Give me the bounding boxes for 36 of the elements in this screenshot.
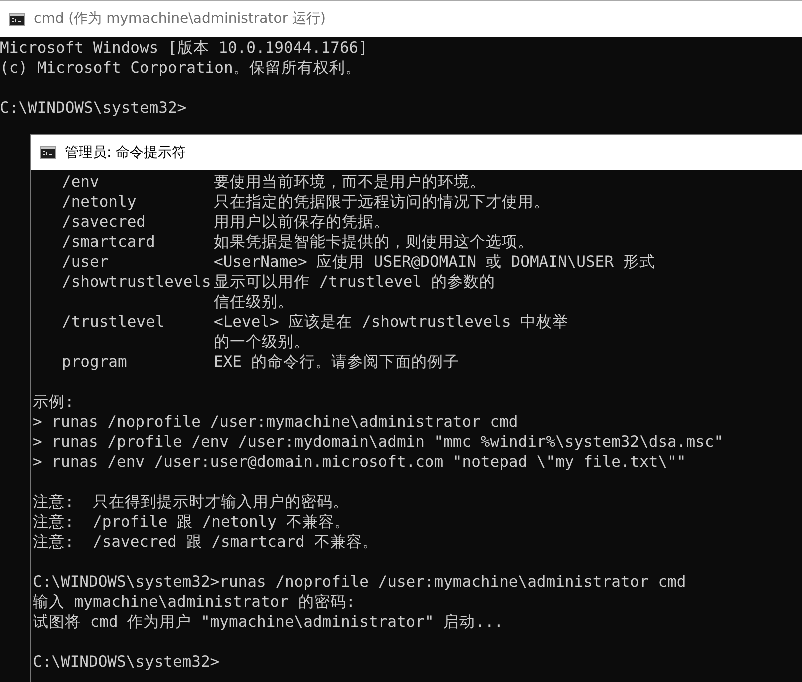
window-title: cmd (作为 mymachine\administrator 运行)	[34, 10, 326, 28]
console-line: C:\WINDOWS\system32>	[0, 98, 187, 118]
option-description: EXE 的命令行。请参阅下面的例子	[214, 352, 460, 372]
option-description: 只在指定的凭据限于远程访问的情况下才使用。	[214, 192, 550, 212]
console-line: C:\WINDOWS\system32>	[33, 652, 220, 672]
console-line: > runas /noprofile /user:mymachine\administrator cmd	[33, 412, 518, 432]
option-name: /user	[61, 252, 110, 272]
option-description: 显示可以用作 /trustlevel 的参数的	[214, 272, 496, 292]
option-description: 如果凭据是智能卡提供的，则使用这个选项。	[214, 232, 534, 252]
console-line: 试图将 cmd 作为用户 "mymachine\administrator" 启动...	[33, 612, 504, 632]
option-description: <Level> 应该是在 /showtrustlevels 中枚举	[214, 312, 569, 332]
option-description: 要使用当前环境，而不是用户的环境。	[214, 172, 486, 192]
window-title: 管理员: 命令提示符	[65, 144, 186, 162]
option-description: <UserName> 应使用 USER@DOMAIN 或 DOMAIN\USER 形式	[214, 252, 656, 272]
option-name: /showtrustlevels	[61, 272, 212, 293]
option-name: /env	[61, 172, 100, 192]
option-description: 信任级别。	[214, 292, 294, 312]
option-name: /netonly	[61, 192, 138, 212]
console-line: > runas /profile /env /user:mydomain\admin "mmc %windir%\system32\dsa.msc"	[33, 432, 724, 452]
console-line: > runas /env /user:user@domain.microsoft.com "notepad \"my file.txt\""	[33, 452, 686, 472]
option-name: /trustlevel	[61, 312, 166, 333]
console-line: 注意: /savecred 跟 /smartcard 不兼容。	[33, 532, 378, 552]
option-name: program	[61, 352, 128, 372]
console-line: (c) Microsoft Corporation。保留所有权利。	[0, 58, 362, 78]
console-icon	[40, 146, 56, 159]
option-name: /savecred	[61, 212, 147, 232]
option-description: 用用户以前保存的凭据。	[214, 212, 390, 232]
console-line: 输入 mymachine\administrator 的密码:	[33, 592, 356, 612]
console-line: Microsoft Windows [版本 10.0.19044.1766]	[0, 38, 368, 58]
option-name: /smartcard	[61, 232, 156, 252]
console-line: 注意: 只在得到提示时才输入用户的密码。	[33, 492, 349, 512]
console-line: 注意: /profile 跟 /netonly 不兼容。	[33, 512, 350, 532]
option-description: 的一个级别。	[214, 332, 310, 352]
console-line: C:\WINDOWS\system32>runas /noprofile /user:mymachine\administrator cmd	[33, 572, 686, 592]
console-icon	[9, 12, 25, 26]
console-line: 示例:	[33, 392, 74, 412]
